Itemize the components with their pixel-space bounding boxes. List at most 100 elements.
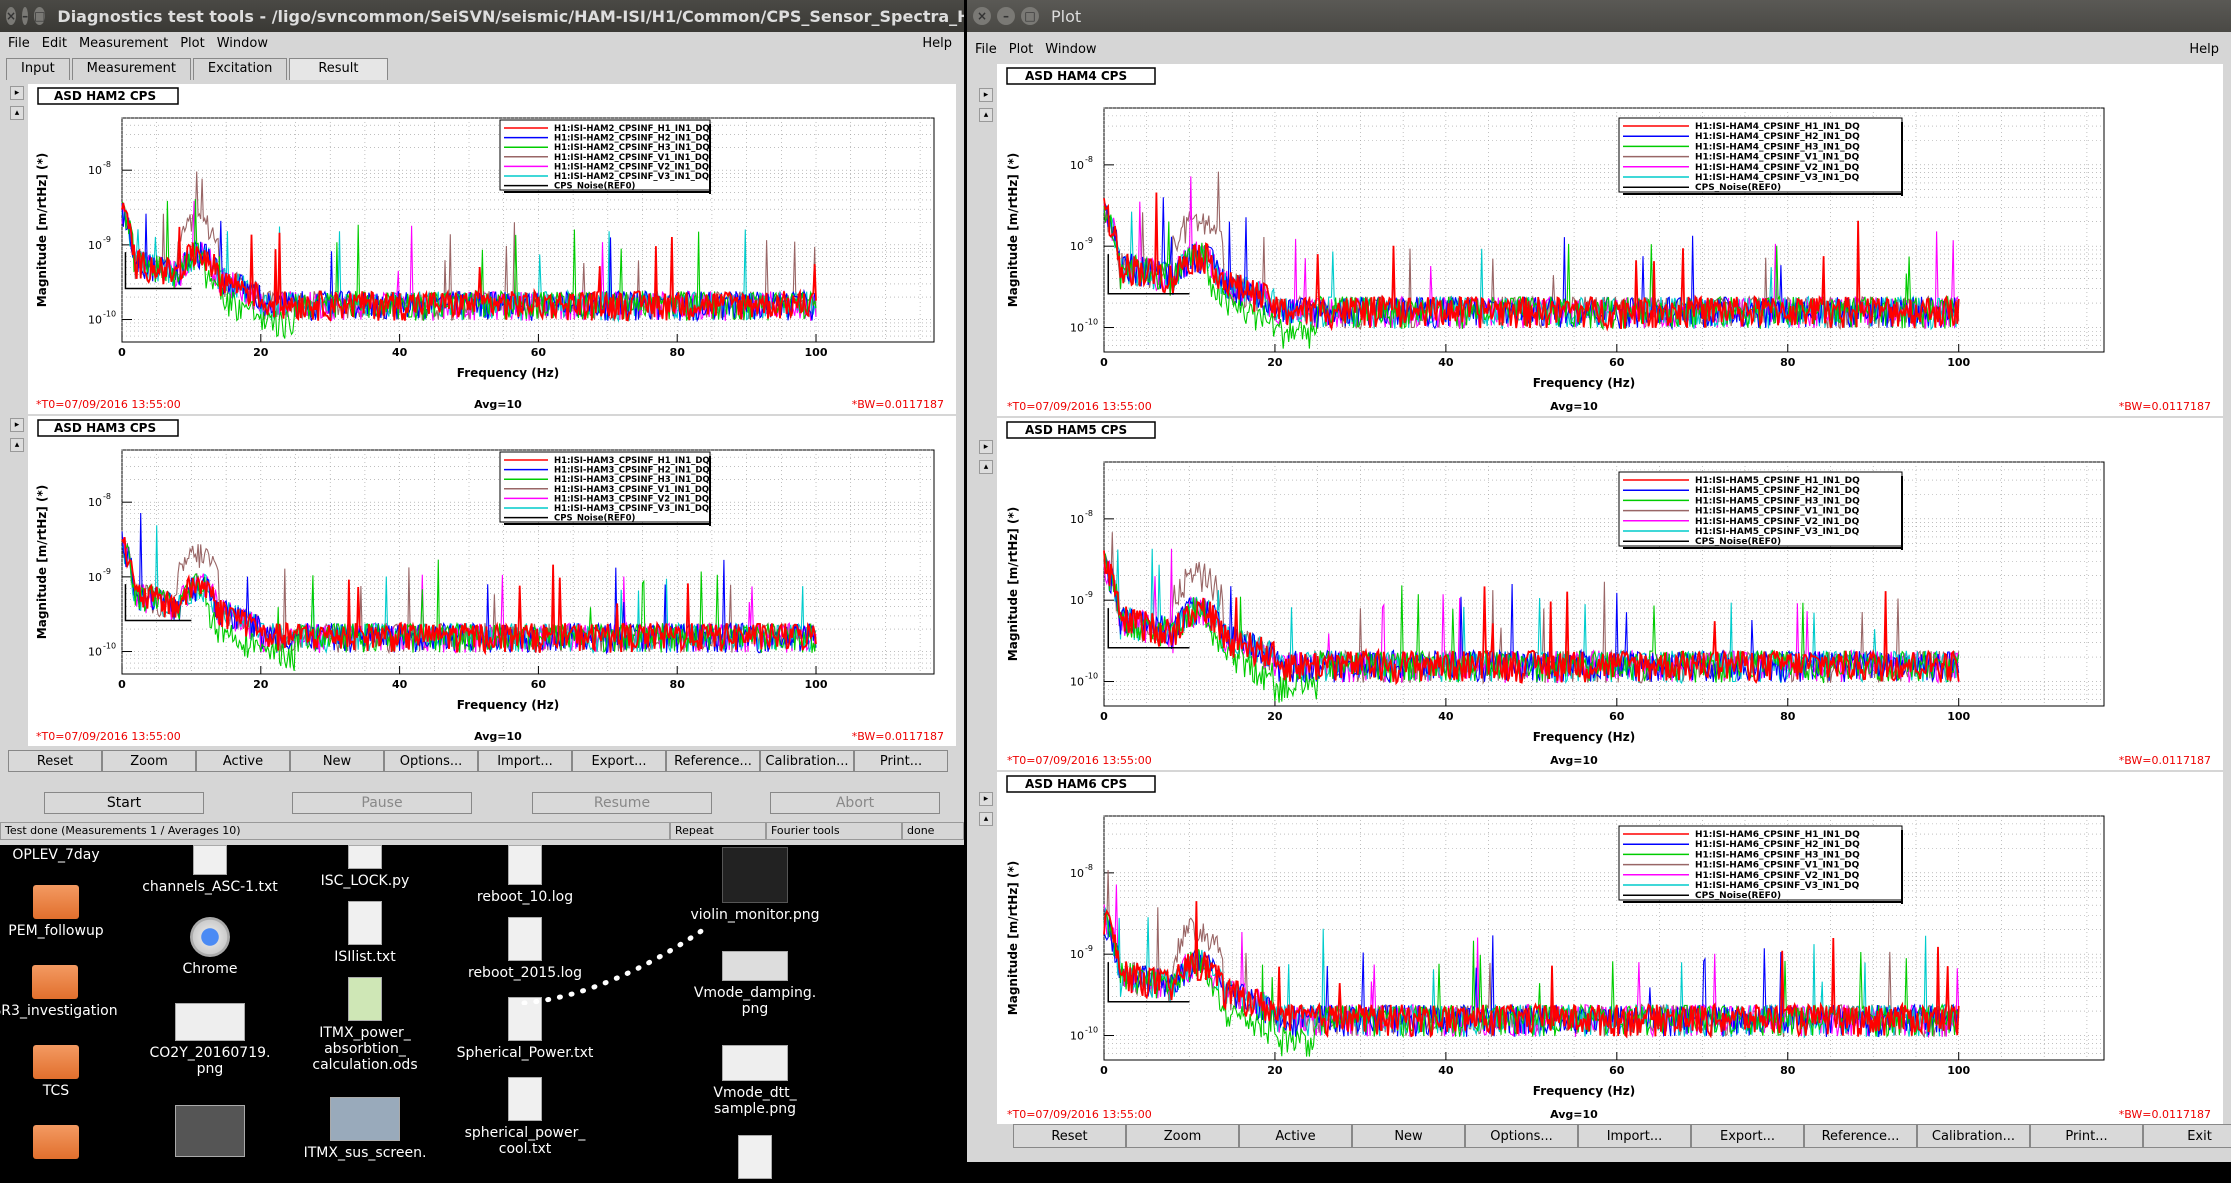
chart-2[interactable]: ASD HAM4 CPS0 20 40 60 80 10010 -810 -910 -10H1:…	[997, 64, 2223, 416]
btn-export[interactable]: Export...	[572, 750, 666, 772]
desktop-icon-chrome[interactable]: Chrome	[150, 917, 270, 977]
desktop-icon-spherical[interactable]: Spherical_Power.txt	[445, 997, 605, 1061]
tab-input[interactable]: Input	[6, 58, 70, 80]
desktop-icon-folder5[interactable]	[6, 1125, 106, 1163]
menu-file[interactable]: File	[975, 42, 997, 57]
y-tick-exponent: -8	[1085, 509, 1093, 518]
desktop-icon-oplev[interactable]: OPLEV_7day	[6, 847, 106, 863]
desktop-icon-tcs[interactable]: TCS	[6, 1045, 106, 1099]
chart-1[interactable]: ASD HAM3 CPS0 20 40 60 80 10010 -810 -910 -10H1:…	[28, 416, 956, 746]
arrow-up-icon[interactable]: ▴	[979, 460, 993, 474]
menu-file[interactable]: File	[8, 36, 30, 51]
arrow-up-icon[interactable]: ▴	[10, 106, 24, 120]
btn-print[interactable]: Print...	[2030, 1124, 2143, 1148]
desktop-icon-itmx-power[interactable]: ITMX_power_ absorbtion_ calculation.ods	[290, 977, 440, 1073]
btn-options[interactable]: Options...	[1465, 1124, 1578, 1148]
menu-edit[interactable]: Edit	[42, 36, 67, 51]
btn-reset[interactable]: Reset	[8, 750, 102, 772]
btn-calibration[interactable]: Calibration...	[1917, 1124, 2030, 1148]
abort-button[interactable]: Abort	[770, 792, 940, 814]
close-icon[interactable]: ×	[973, 7, 991, 25]
desktop-icon-itmx-sus[interactable]: ITMX_sus_screen.	[290, 1097, 440, 1161]
btn-active[interactable]: Active	[196, 750, 290, 772]
minimize-icon[interactable]: –	[22, 7, 29, 25]
btn-reference[interactable]: Reference...	[666, 750, 760, 772]
x-tick-label: 100	[1947, 1064, 1970, 1077]
y-tick-label: 10	[1070, 513, 1084, 526]
minimize-icon[interactable]: –	[997, 7, 1015, 25]
btn-new[interactable]: New	[1352, 1124, 1465, 1148]
y-tick-exponent: -8	[1085, 863, 1093, 872]
x-tick-label: 40	[1438, 710, 1454, 723]
btn-zoom[interactable]: Zoom	[102, 750, 196, 772]
chart-0[interactable]: ASD HAM2 CPS0 20 40 60 80 10010 -810 -910 -10H1:…	[28, 84, 956, 414]
w1-titlebar[interactable]: × – □ Diagnostics test tools - /ligo/svn…	[0, 0, 964, 32]
desktop-icon-isclock[interactable]: ISC_LOCK.py	[300, 845, 430, 889]
tab-result[interactable]: Result	[289, 58, 388, 80]
btn-active[interactable]: Active	[1239, 1124, 1352, 1148]
menu-window[interactable]: Window	[1045, 42, 1096, 57]
legend-entry: H1:ISI-HAM2_CPSINF_V1_IN1_DQ	[554, 153, 709, 163]
icon-label: Vmode_dtt_ sample.png	[713, 1085, 797, 1117]
menu-measurement[interactable]: Measurement	[79, 36, 168, 51]
btn-print[interactable]: Print...	[854, 750, 948, 772]
desktop-icon-pem[interactable]: PEM_followup	[6, 885, 106, 939]
icon-label: ITMX_power_ absorbtion_ calculation.ods	[312, 1025, 418, 1073]
btn-calibration[interactable]: Calibration...	[760, 750, 854, 772]
chart-4[interactable]: ASD HAM6 CPS0 20 40 60 80 10010 -810 -910 -10H1:…	[997, 772, 2223, 1124]
desktop-icon-screenshot[interactable]	[170, 1105, 250, 1161]
maximize-icon[interactable]: □	[1021, 7, 1039, 25]
legend-entry: H1:ISI-HAM5_CPSINF_V2_IN1_DQ	[1695, 517, 1860, 527]
legend-entry: H1:ISI-HAM4_CPSINF_V2_IN1_DQ	[1695, 163, 1860, 173]
arrow-up-icon[interactable]: ▴	[10, 438, 24, 452]
y-tick-label: 10	[1070, 322, 1084, 335]
resume-button[interactable]: Resume	[532, 792, 712, 814]
pad1-side-controls: ▸ ▴	[10, 86, 26, 126]
x-axis-label: Frequency (Hz)	[457, 698, 559, 712]
arrow-right-icon[interactable]: ▸	[10, 418, 24, 432]
pause-button[interactable]: Pause	[292, 792, 472, 814]
btn-import[interactable]: Import...	[478, 750, 572, 772]
legend: H1:ISI-HAM2_CPSINF_H1_IN1_DQH1:ISI-HAM2_…	[499, 119, 711, 194]
chart-title: ASD HAM4 CPS	[1006, 67, 1156, 85]
maximize-icon[interactable]: □	[34, 7, 46, 25]
x-tick-label: 40	[1438, 1064, 1454, 1077]
legend-entry: H1:ISI-HAM6_CPSINF_V1_IN1_DQ	[1695, 861, 1860, 871]
btn-exit[interactable]: Exit	[2143, 1124, 2231, 1148]
menu-plot[interactable]: Plot	[1009, 42, 1034, 57]
t0-label: *T0=07/09/2016 13:55:00	[36, 398, 181, 411]
btn-export[interactable]: Export...	[1691, 1124, 1804, 1148]
arrow-up-icon[interactable]: ▴	[979, 812, 993, 826]
btn-import[interactable]: Import...	[1578, 1124, 1691, 1148]
menu-window[interactable]: Window	[217, 36, 268, 51]
desktop-icon-file[interactable]	[730, 1135, 780, 1183]
btn-reset[interactable]: Reset	[1013, 1124, 1126, 1148]
legend-entry: CPS_Noise(REF0)	[554, 182, 635, 192]
btn-options[interactable]: Options...	[384, 750, 478, 772]
desktop-icon-spherical-cool[interactable]: spherical_power_ cool.txt	[450, 1077, 600, 1157]
w2-titlebar[interactable]: × – □ Plot	[967, 0, 2231, 32]
menu-plot[interactable]: Plot	[180, 36, 205, 51]
desktop-icon-channels[interactable]: channels_ASC-1.txt	[140, 845, 280, 895]
x-tick-label: 0	[118, 346, 126, 359]
arrow-right-icon[interactable]: ▸	[979, 88, 993, 102]
btn-new[interactable]: New	[290, 750, 384, 772]
close-icon[interactable]: ×	[6, 7, 17, 25]
arrow-up-icon[interactable]: ▴	[979, 108, 993, 122]
menu-help[interactable]: Help	[2189, 42, 2219, 57]
desktop-icon-vmode-dtt[interactable]: Vmode_dtt_ sample.png	[690, 1045, 820, 1117]
arrow-right-icon[interactable]: ▸	[979, 792, 993, 806]
start-button[interactable]: Start	[44, 792, 204, 814]
tab-excitation[interactable]: Excitation	[192, 58, 288, 80]
desktop-icon-sr3[interactable]: SR3_investigation	[0, 965, 130, 1019]
btn-zoom[interactable]: Zoom	[1126, 1124, 1239, 1148]
desktop-icon-isilist[interactable]: ISIlist.txt	[300, 901, 430, 965]
chart-3[interactable]: ASD HAM5 CPS0 20 40 60 80 10010 -810 -910 -10H1:…	[997, 418, 2223, 770]
arrow-right-icon[interactable]: ▸	[979, 440, 993, 454]
desktop-icon-co2y[interactable]: CO2Y_20160719. png	[145, 1003, 275, 1077]
arrow-right-icon[interactable]: ▸	[10, 86, 24, 100]
tab-measurement[interactable]: Measurement	[71, 58, 191, 80]
menu-help[interactable]: Help	[922, 36, 952, 51]
x-tick-label: 80	[1780, 710, 1796, 723]
btn-reference[interactable]: Reference...	[1804, 1124, 1917, 1148]
